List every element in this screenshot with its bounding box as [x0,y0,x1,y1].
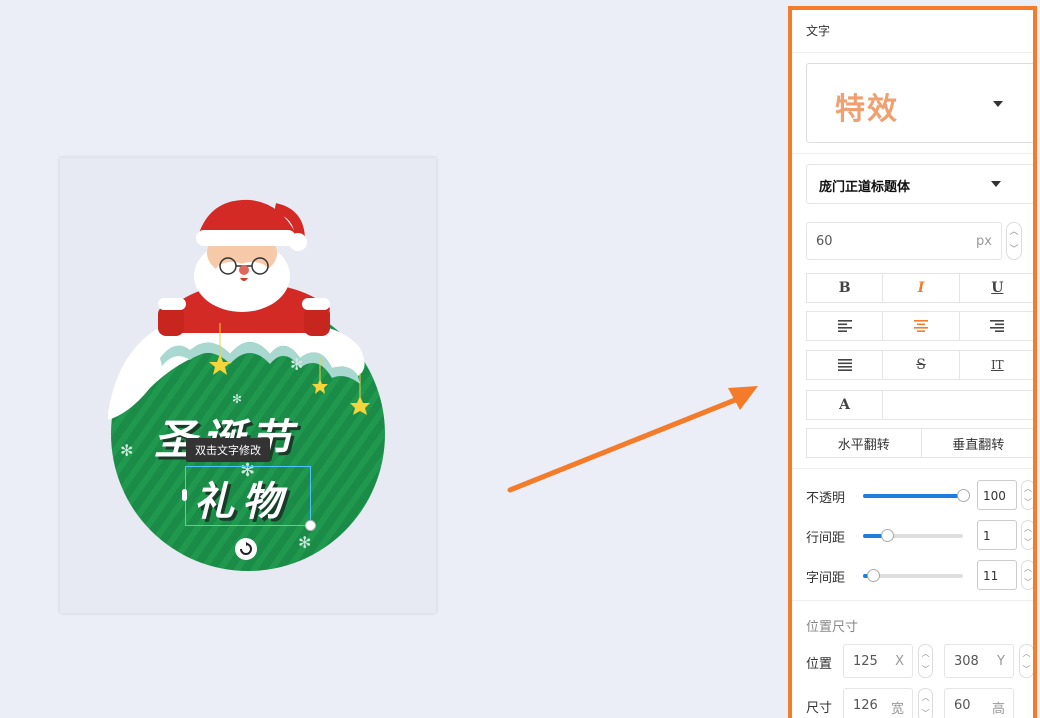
divider [792,468,1033,469]
text-color-button[interactable]: A [807,391,883,419]
size-width-stepper[interactable]: ︿ ﹀ [918,688,933,718]
effect-selector[interactable]: 特效 [806,63,1033,143]
rotate-icon[interactable] [235,538,257,560]
position-size-heading: 位置尺寸 [806,620,859,635]
italic-button[interactable]: I [883,274,960,302]
opacity-knob[interactable] [957,489,970,502]
strikethrough-button[interactable]: S [883,351,960,379]
flip-buttons: 水平翻转 垂直翻转 [806,428,1034,458]
font-size-input[interactable]: 60 px [806,222,1002,260]
align-right-button[interactable] [960,312,1033,340]
text-properties-panel: 文字 特效 庞门正道标题体 60 px ︿ ﹀ B I U S IT A 水平翻… [788,6,1037,718]
divider [792,600,1033,601]
align-left-button[interactable] [807,312,884,340]
opacity-fill [863,494,963,498]
font-size-stepper[interactable]: ︿ ﹀ [1006,222,1022,260]
svg-text:✻: ✻ [290,355,303,374]
misc-text-buttons: S IT [806,350,1033,380]
resize-handle-left[interactable] [182,489,187,501]
bold-button[interactable]: B [807,274,884,302]
edit-tooltip: 双击文字修改 [186,438,270,462]
opacity-stepper[interactable]: ︿ ﹀ [1021,480,1033,510]
underline-button[interactable]: U [960,274,1033,302]
font-name: 庞门正道标题体 [819,180,911,195]
letter-spacing-label: 字间距 [806,571,846,586]
text-style-buttons: B I U [806,273,1033,303]
svg-text:✻: ✻ [232,392,242,406]
position-row: 位置 125 X ︿ ﹀ 308 Y ︿ ﹀ [806,644,1033,678]
opacity-slider[interactable] [863,489,970,502]
position-y-input[interactable]: 308 Y [944,644,1014,678]
font-family-select[interactable]: 庞门正道标题体 [806,164,1033,204]
justify-icon [837,359,852,371]
align-right-icon [990,320,1005,332]
color-row: A [806,390,1033,420]
letter-spacing-stepper[interactable]: ︿ ﹀ [1021,560,1033,590]
line-height-value[interactable]: 1 [977,520,1017,550]
position-x-input[interactable]: 125 X [843,644,913,678]
svg-text:✻: ✻ [298,533,311,552]
effect-label: 特效 [835,92,899,127]
svg-text:✻: ✻ [120,441,133,460]
vertical-text-button[interactable]: IT [960,351,1033,379]
flip-vertical-button[interactable]: 垂直翻转 [922,429,1034,457]
align-center-icon [913,320,928,332]
alignment-buttons [806,311,1033,341]
line-height-label: 行间距 [806,531,846,546]
letter-spacing-slider[interactable] [863,569,963,582]
opacity-row: 不透明 100 ︿ ﹀ [806,480,1033,510]
letter-spacing-knob[interactable] [867,569,880,582]
position-x-stepper[interactable]: ︿ ﹀ [918,644,933,678]
line-height-knob[interactable] [881,529,894,542]
chevron-down-icon [991,181,1001,187]
line-height-slider[interactable] [863,529,963,542]
line-height-stepper[interactable]: ︿ ﹀ [1021,520,1033,550]
size-label: 尺寸 [806,701,833,716]
panel-title: 文字 [792,10,1033,53]
size-height-input[interactable]: 60 高 [944,688,1014,718]
opacity-label: 不透明 [806,491,846,506]
selected-text-box[interactable]: 礼物 [182,466,316,531]
align-left-icon [837,320,852,332]
chevron-down-icon [993,101,1003,107]
letter-spacing-value[interactable]: 11 [977,560,1017,590]
size-width-input[interactable]: 126 宽 [843,688,913,718]
color-swatch[interactable] [883,391,1033,419]
justify-button[interactable] [807,351,884,379]
selected-text[interactable]: 礼物 [194,469,290,527]
divider [792,153,1033,154]
line-height-row: 行间距 1 ︿ ﹀ [806,520,1033,550]
annotation-arrow-icon [507,386,758,493]
letter-spacing-row: 字间距 11 ︿ ﹀ [806,560,1033,590]
position-y-stepper[interactable]: ︿ ﹀ [1019,644,1033,678]
align-center-button[interactable] [883,312,960,340]
position-label: 位置 [806,657,833,672]
design-canvas[interactable]: ✻ ✻ ✻ ✻ ✻ 圣诞节 双击文字修改 礼物 [60,158,436,613]
flip-horizontal-button[interactable]: 水平翻转 [807,429,922,457]
resize-handle-corner[interactable] [305,520,316,531]
size-row: 尺寸 126 宽 ︿ ﹀ 60 高 [806,688,1033,718]
opacity-value[interactable]: 100 [977,480,1017,510]
